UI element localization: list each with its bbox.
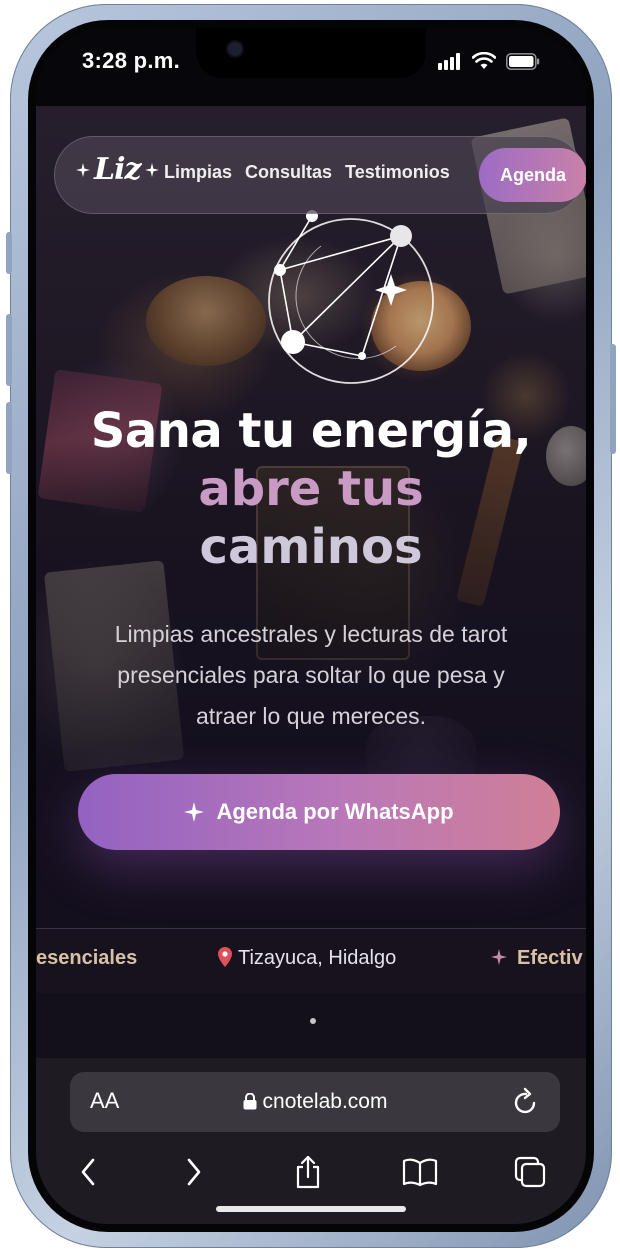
nav-link-testimonios[interactable]: Testimonios xyxy=(345,162,450,183)
agenda-whatsapp-button[interactable]: Agenda por WhatsApp xyxy=(78,774,560,850)
marquee-item: esenciales xyxy=(36,947,138,969)
silent-switch xyxy=(6,232,12,274)
book-icon xyxy=(402,1158,438,1187)
nav-link-consultas[interactable]: Consultas xyxy=(245,162,332,183)
hero-section: Liz Limpias Consultas Testimonios Agenda xyxy=(36,106,586,926)
chevron-left-icon xyxy=(81,1158,95,1186)
lock-icon xyxy=(243,1092,257,1110)
share-button[interactable] xyxy=(286,1150,330,1194)
sparkle-right-icon xyxy=(144,162,159,177)
reload-icon[interactable] xyxy=(512,1086,540,1116)
next-section xyxy=(36,993,586,1058)
browser-bottom-bar: AA cnotelab.com xyxy=(36,1058,586,1224)
chevron-right-icon xyxy=(187,1158,201,1186)
nav-links: Limpias Consultas Testimonios xyxy=(164,162,450,183)
phone-bezel: 3:28 p.m. Liz Limpias Consultas Testimon… xyxy=(28,20,594,1232)
nav-link-limpias[interactable]: Limpias xyxy=(164,162,232,183)
sparkle-icon xyxy=(491,949,507,965)
marquee-item-location: Tizayuca, Hidalgo xyxy=(218,947,396,970)
bookmarks-button[interactable] xyxy=(398,1150,442,1194)
status-time: 3:28 p.m. xyxy=(82,48,181,73)
volume-up-button xyxy=(6,314,12,386)
address-bar[interactable]: AA cnotelab.com xyxy=(70,1072,560,1132)
sparkle-icon xyxy=(184,802,205,822)
info-marquee: esenciales Tizayuca, Hidalgo Efectiv xyxy=(36,928,586,994)
url-display[interactable]: cnotelab.com xyxy=(70,1090,560,1114)
logo-text: Liz xyxy=(94,152,142,187)
battery-icon xyxy=(506,53,540,70)
forward-button[interactable] xyxy=(172,1150,216,1194)
tabs-icon xyxy=(514,1156,546,1188)
front-camera xyxy=(228,42,242,56)
moon-constellation-icon xyxy=(268,210,434,384)
back-button[interactable] xyxy=(66,1150,110,1194)
power-button xyxy=(610,344,616,454)
hero-headline: Sana tu energía, abre tus caminos xyxy=(36,402,586,576)
agenda-nav-button[interactable]: Agenda xyxy=(479,148,586,202)
agenda-whatsapp-label: Agenda por WhatsApp xyxy=(216,799,454,824)
pin-icon xyxy=(218,947,232,967)
cellular-signal-icon xyxy=(438,52,462,70)
browser-toolbar xyxy=(36,1150,586,1206)
top-nav: Liz Limpias Consultas Testimonios Agenda xyxy=(54,136,586,214)
headline-line-3: caminos xyxy=(199,519,423,575)
home-indicator xyxy=(216,1206,406,1212)
headline-line-2: abre tus xyxy=(198,461,424,517)
page-dot-indicator xyxy=(310,1018,316,1024)
wifi-icon xyxy=(472,52,496,69)
screen: 3:28 p.m. Liz Limpias Consultas Testimon… xyxy=(36,28,586,1224)
marquee-item-effective: Efectiv xyxy=(491,947,583,970)
share-icon xyxy=(296,1155,320,1189)
sparkle-left-icon xyxy=(76,162,90,177)
status-icons xyxy=(438,52,540,70)
phone-frame: 3:28 p.m. Liz Limpias Consultas Testimon… xyxy=(6,4,616,1248)
headline-line-1: Sana tu energía, xyxy=(90,403,532,459)
logo[interactable]: Liz xyxy=(76,152,159,187)
hero-subtitle: Limpias ancestrales y lecturas de tarot … xyxy=(114,621,508,729)
volume-down-button xyxy=(6,402,12,474)
tabs-button[interactable] xyxy=(508,1150,552,1194)
